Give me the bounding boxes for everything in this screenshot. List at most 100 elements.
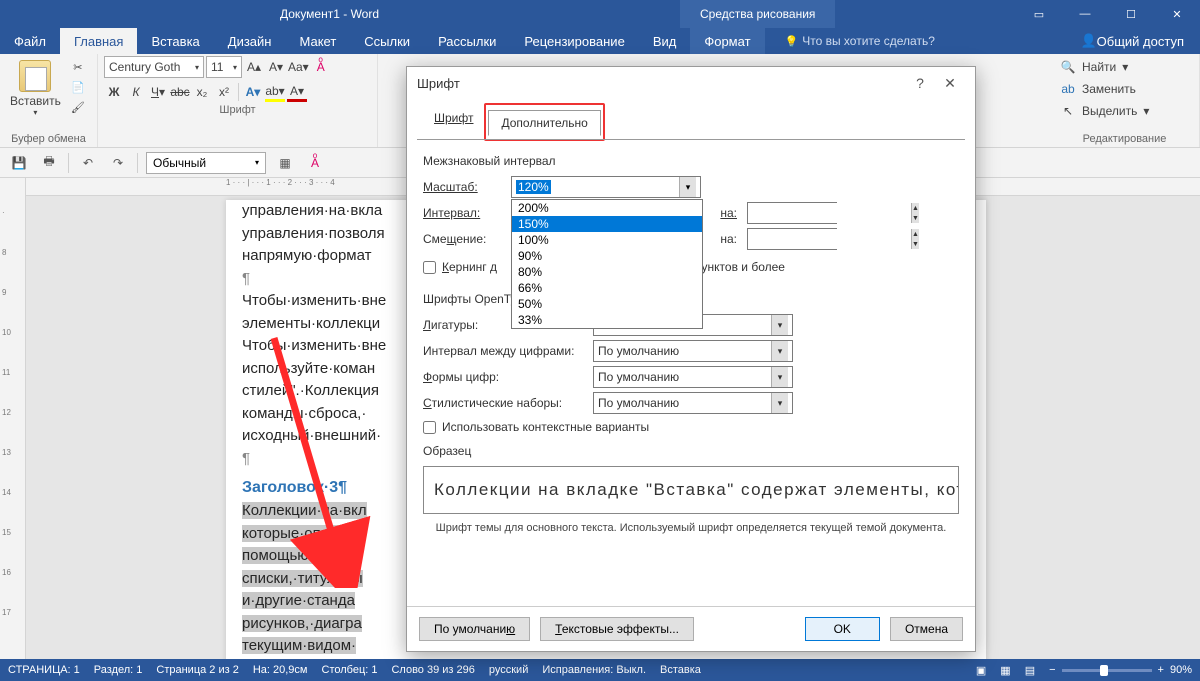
chevron-down-icon[interactable]: ▾ (771, 393, 788, 413)
text-effects-button[interactable]: Текстовые эффекты... (540, 617, 694, 641)
font-color-icon[interactable]: A▾ (287, 82, 307, 102)
tab-home[interactable]: Главная (60, 28, 137, 54)
dialog-titlebar[interactable]: Шрифт ? ✕ (407, 67, 975, 99)
numspacing-combo[interactable]: По умолчанию▾ (593, 340, 793, 362)
status-section[interactable]: Раздел: 1 (94, 664, 143, 676)
clear-formatting-icon[interactable]: Aͦ (311, 57, 331, 77)
find-button[interactable]: 🔍Найти ▾ (1056, 58, 1193, 76)
scale-option[interactable]: 66% (512, 280, 702, 296)
ok-button[interactable]: OK (805, 617, 880, 641)
grow-font-icon[interactable]: A▴ (244, 57, 264, 77)
superscript-button[interactable]: x² (214, 82, 234, 102)
tab-layout[interactable]: Макет (285, 28, 350, 54)
tab-review[interactable]: Рецензирование (510, 28, 638, 54)
status-words[interactable]: Слово 39 из 296 (391, 664, 474, 676)
close-icon[interactable]: ✕ (935, 75, 965, 92)
ribbon-options-icon[interactable]: ▭ (1016, 0, 1062, 28)
scale-option[interactable]: 90% (512, 248, 702, 264)
scale-option[interactable]: 200% (512, 200, 702, 216)
underline-button[interactable]: Ч▾ (148, 82, 168, 102)
save-icon[interactable]: 💾 (8, 152, 30, 174)
paste-button[interactable]: Вставить ▾ (6, 58, 65, 119)
style-combo[interactable]: Обычный▾ (146, 152, 266, 174)
status-track[interactable]: Исправления: Выкл. (542, 664, 646, 676)
tab-references[interactable]: Ссылки (350, 28, 424, 54)
position-by-input[interactable] (748, 229, 911, 249)
dialog-tab-advanced[interactable]: Дополнительно (488, 110, 600, 136)
zoom-in-icon[interactable]: + (1158, 664, 1164, 676)
text-effects-icon[interactable]: A▾ (243, 82, 263, 102)
spin-up-icon[interactable]: ▲ (912, 203, 919, 213)
spacing-by-input[interactable] (748, 203, 911, 223)
minimize-icon[interactable]: — (1062, 0, 1108, 28)
maximize-icon[interactable]: ☐ (1108, 0, 1154, 28)
format-painter-icon[interactable]: 🖌 (69, 98, 87, 116)
status-page-of[interactable]: Страница 2 из 2 (156, 664, 238, 676)
stylistic-combo[interactable]: По умолчанию▾ (593, 392, 793, 414)
scale-option[interactable]: 33% (512, 312, 702, 328)
redo-icon[interactable]: ↷ (107, 152, 129, 174)
tab-insert[interactable]: Вставка (137, 28, 213, 54)
status-col[interactable]: Столбец: 1 (322, 664, 378, 676)
default-button[interactable]: По умолчанию (419, 617, 530, 641)
spin-down-icon[interactable]: ▼ (912, 239, 919, 249)
tab-file[interactable]: Файл (0, 28, 60, 54)
scale-option[interactable]: 150% (512, 216, 702, 232)
status-lang[interactable]: русский (489, 664, 528, 676)
highlight-icon[interactable]: ab▾ (265, 82, 285, 102)
tab-view[interactable]: Вид (639, 28, 691, 54)
view-web-icon[interactable]: ▤ (1025, 664, 1035, 677)
dialog-tab-font[interactable]: Шрифт (421, 105, 486, 139)
chevron-down-icon[interactable]: ▾ (771, 367, 788, 387)
position-by-spinner[interactable]: ▲▼ (747, 228, 837, 250)
zoom-value[interactable]: 90% (1170, 664, 1192, 676)
font-name-combo[interactable]: Century Goth▾ (104, 56, 204, 78)
zoom-out-icon[interactable]: − (1049, 664, 1055, 676)
qat-eraser-icon[interactable]: Aͦ (304, 152, 326, 174)
contextual-checkbox[interactable] (423, 421, 436, 434)
replace-button[interactable]: abЗаменить (1056, 80, 1193, 98)
tellme-search[interactable]: Что вы хотите сделать? (785, 28, 935, 54)
scale-option[interactable]: 50% (512, 296, 702, 312)
scale-combo[interactable]: 120% ▾ 200% 150% 100% 90% 80% 66% 50% 33… (511, 176, 701, 198)
vertical-ruler[interactable]: · 8 9 10 11 12 13 14 15 16 17 (0, 178, 26, 659)
cut-icon[interactable]: ✂ (69, 58, 87, 76)
font-size-combo[interactable]: 11▾ (206, 56, 242, 78)
kerning-checkbox[interactable] (423, 261, 436, 274)
view-print-icon[interactable]: ▦ (1000, 664, 1010, 677)
status-mode[interactable]: Вставка (660, 664, 701, 676)
shrink-font-icon[interactable]: A▾ (266, 57, 286, 77)
view-read-icon[interactable]: ▣ (976, 664, 986, 677)
change-case-icon[interactable]: Aa▾ (288, 57, 309, 77)
zoom-slider[interactable] (1062, 669, 1152, 672)
status-page[interactable]: СТРАНИЦА: 1 (8, 664, 80, 676)
undo-icon[interactable]: ↶ (77, 152, 99, 174)
subscript-button[interactable]: x₂ (192, 82, 212, 102)
find-label: Найти (1082, 60, 1116, 74)
chevron-down-icon[interactable]: ▾ (679, 177, 696, 197)
bold-button[interactable]: Ж (104, 82, 124, 102)
spin-up-icon[interactable]: ▲ (912, 229, 919, 239)
status-at[interactable]: На: 20,9см (253, 664, 308, 676)
qat-more-icon[interactable]: ▦ (274, 152, 296, 174)
copy-icon[interactable]: 📄 (69, 78, 87, 96)
chevron-down-icon[interactable]: ▾ (771, 341, 788, 361)
help-icon[interactable]: ? (905, 75, 935, 91)
cancel-button[interactable]: Отмена (890, 617, 963, 641)
spacing-by-spinner[interactable]: ▲▼ (747, 202, 837, 224)
font-dialog: Шрифт ? ✕ Шрифт Дополнительно Межзнаковы… (406, 66, 976, 652)
spin-down-icon[interactable]: ▼ (912, 213, 919, 223)
tab-design[interactable]: Дизайн (214, 28, 286, 54)
numform-combo[interactable]: По умолчанию▾ (593, 366, 793, 388)
italic-button[interactable]: К (126, 82, 146, 102)
print-icon[interactable]: 🖶 (38, 152, 60, 174)
tab-mailings[interactable]: Рассылки (424, 28, 510, 54)
scale-option[interactable]: 80% (512, 264, 702, 280)
close-icon[interactable]: ✕ (1154, 0, 1200, 28)
scale-option[interactable]: 100% (512, 232, 702, 248)
strikethrough-button[interactable]: abc (170, 82, 190, 102)
tab-format[interactable]: Формат (690, 28, 764, 54)
chevron-down-icon[interactable]: ▾ (771, 315, 788, 335)
share-button[interactable]: 👤 Общий доступ (1064, 28, 1200, 54)
select-button[interactable]: ↖Выделить ▾ (1056, 102, 1193, 120)
